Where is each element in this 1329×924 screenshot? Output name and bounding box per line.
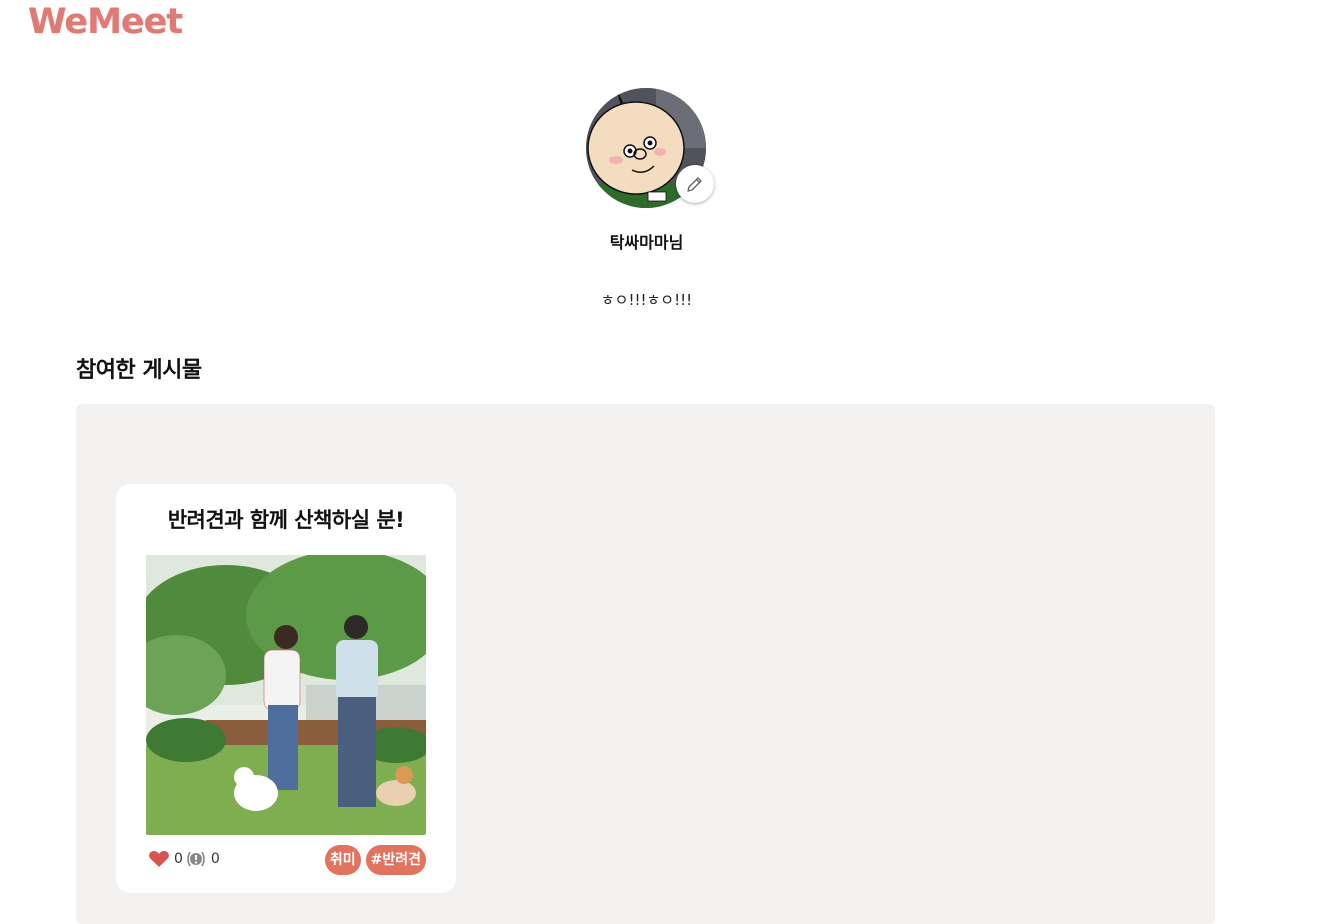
participated-posts-title: 참여한 게시물	[76, 358, 202, 383]
tag-category[interactable]: 취미	[324, 845, 361, 875]
post-stats: 0 0	[148, 849, 222, 869]
posts-board: 반려견과 함께 산책하실 분! 0 0 취미 #반려견	[76, 404, 1215, 924]
wemeet-logo[interactable]: WeMeet	[28, 2, 183, 42]
profile-section: 탁싸마마님 ㅎㅇ!!!ㅎㅇ!!!	[0, 88, 1293, 310]
like-count: 0	[174, 851, 183, 867]
post-image[interactable]	[146, 555, 426, 835]
profile-intro: ㅎㅇ!!!ㅎㅇ!!!	[600, 291, 693, 309]
post-title[interactable]: 반려견과 함께 산책하실 분!	[116, 504, 456, 534]
report-icon[interactable]	[185, 849, 207, 869]
post-tags: 취미 #반려견	[324, 845, 426, 875]
report-count: 0	[210, 851, 220, 867]
tag-hashtag[interactable]: #반려견	[365, 845, 426, 875]
edit-avatar-button[interactable]	[675, 165, 714, 203]
post-footer: 0 0 취미 #반려견	[148, 845, 426, 875]
post-photo	[146, 555, 426, 835]
post-card[interactable]: 반려견과 함께 산책하실 분! 0 0 취미 #반려견	[116, 484, 456, 893]
heart-icon[interactable]	[148, 849, 170, 869]
pencil-icon	[686, 177, 702, 192]
profile-nickname: 탁싸마마님	[609, 233, 684, 252]
avatar-container	[585, 88, 714, 208]
